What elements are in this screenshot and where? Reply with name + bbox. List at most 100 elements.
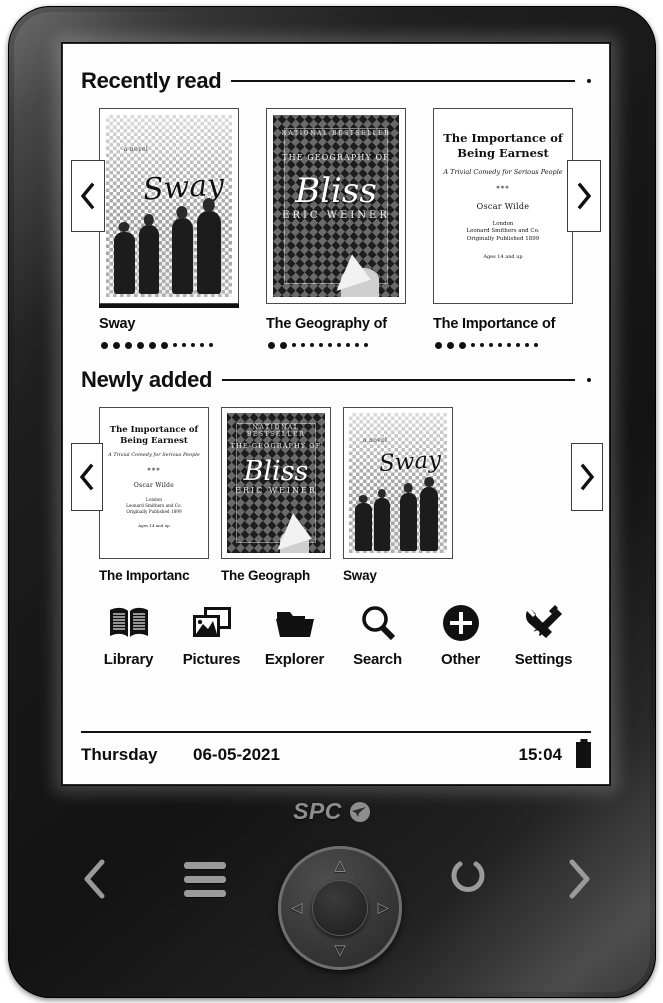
progress-dot-empty (337, 343, 341, 347)
progress-dot-filled (447, 341, 454, 349)
cover-banner: NATIONAL BESTSELLER (246, 424, 306, 439)
cover-separator: *** (147, 467, 161, 476)
chevron-down-icon[interactable]: ▽ (334, 943, 346, 958)
hardware-power-button[interactable] (450, 858, 486, 905)
recently-read-prev-button[interactable] (71, 160, 105, 232)
section-rule (231, 80, 575, 82)
hardware-menu-button[interactable] (184, 862, 226, 897)
chevron-right-icon (580, 463, 595, 491)
book-cover[interactable]: The Importance of Being Earnest A Trivia… (99, 407, 209, 559)
progress-dot-empty (319, 343, 323, 347)
progress-dot-filled (113, 341, 120, 349)
hardware-next-button[interactable] (564, 858, 594, 905)
app-label: Other (440, 651, 480, 668)
book-title: The Geograph (221, 568, 311, 583)
cover-subtitle: A Trivial Comedy for Serious People (443, 167, 563, 176)
section-title-recently-read: Recently read (81, 68, 222, 93)
chevron-up-icon[interactable]: △ (334, 858, 346, 873)
book-cover[interactable]: a novel Sway (343, 407, 453, 559)
book-card[interactable]: a novel Sway Sway (99, 108, 239, 351)
cover-title-script: Sway (378, 447, 442, 478)
shelf-newly-added: The Importance of Being Earnest A Trivia… (71, 407, 603, 583)
newly-added-next-button[interactable] (571, 443, 603, 511)
app-label: Search (353, 651, 402, 668)
cover-banner: NATIONAL BESTSELLER (281, 129, 391, 137)
book-card[interactable]: a novel Sway Sway (343, 407, 453, 583)
cover-author: ERIC WEINER (235, 485, 317, 495)
book-card[interactable]: NATIONAL BESTSELLER THE GEOGRAPHY OF Bli… (221, 407, 331, 583)
eink-screen: Recently read a novel Sway Sway NATIONAL… (63, 44, 609, 784)
book-card[interactable]: The Importance of Being Earnest A Trivia… (433, 108, 573, 351)
status-day: Thursday (81, 745, 158, 764)
book-progress-dots (433, 339, 573, 351)
cover-art-bliss: NATIONAL BESTSELLER THE GEOGRAPHY OF Bli… (227, 413, 325, 553)
recently-read-next-button[interactable] (567, 160, 601, 232)
cover-title: The Importance of Being Earnest (443, 131, 563, 160)
status-time: 15:04 (518, 745, 562, 764)
cover-tagline: a novel (362, 436, 388, 444)
cover-art-bliss: NATIONAL BESTSELLER THE GEOGRAPHY OF Bli… (273, 115, 399, 297)
book-title: The Importanc (99, 568, 190, 583)
progress-dot-empty (498, 343, 502, 347)
folder-icon (275, 601, 315, 645)
chevron-right-icon (569, 859, 590, 899)
book-progress-dots (266, 339, 406, 351)
progress-dot-empty (173, 343, 177, 347)
app-item-library[interactable]: Library (87, 601, 170, 668)
cover-tagline: a novel (123, 145, 149, 153)
cover-imprint: London Leonard Smithers and Co. Originally… (466, 220, 540, 243)
status-date: 06-05-2021 (193, 745, 280, 764)
chevron-left-icon (84, 859, 105, 899)
newly-added-prev-button[interactable] (71, 443, 103, 511)
chevron-left-icon[interactable]: ◁ (291, 901, 303, 916)
section-header-recently-read: Recently read (81, 66, 591, 96)
chevron-left-icon (79, 463, 94, 491)
progress-dot-filled (101, 341, 108, 349)
book-card[interactable]: The Importance of Being Earnest A Trivia… (99, 407, 209, 583)
progress-dot-filled (161, 341, 168, 349)
progress-dot-empty (301, 343, 305, 347)
app-item-other[interactable]: Other (419, 601, 502, 668)
brand-mark: SPC (8, 798, 656, 825)
cover-author: Oscar Wilde (133, 482, 175, 490)
power-icon (451, 861, 485, 892)
cover-subtitle: A Trivial Comedy for Serious People (108, 452, 200, 459)
progress-dot-empty (364, 343, 368, 347)
book-cover[interactable]: a novel Sway (99, 108, 239, 304)
ok-button-icon[interactable] (312, 880, 368, 936)
app-item-pictures[interactable]: Pictures (170, 601, 253, 668)
shelf-recently-read: a novel Sway Sway NATIONAL BESTSELLER TH… (71, 108, 601, 351)
progress-dot-empty (346, 343, 350, 347)
progress-dot-filled (268, 341, 275, 349)
book-cover[interactable]: NATIONAL BESTSELLER THE GEOGRAPHY OF Bli… (266, 108, 406, 304)
progress-dot-empty (182, 343, 186, 347)
cover-art-earnest: The Importance of Being Earnest A Trivia… (100, 408, 208, 558)
book-card[interactable]: NATIONAL BESTSELLER THE GEOGRAPHY OF Bli… (266, 108, 406, 351)
hardware-dpad[interactable]: △ ▽ ◁ ▷ (278, 846, 402, 970)
hardware-back-button[interactable] (80, 858, 110, 905)
app-label: Settings (514, 651, 573, 668)
chevron-right-icon[interactable]: ▷ (377, 901, 389, 916)
app-item-settings[interactable]: Settings (502, 601, 585, 668)
progress-dot-empty (292, 343, 296, 347)
circle-plus-icon (441, 601, 481, 645)
cover-title-line: THE GEOGRAPHY OF (230, 442, 322, 451)
book-cover[interactable]: The Importance of Being Earnest A Trivia… (433, 108, 573, 304)
section-title-newly-added: Newly added (81, 367, 213, 392)
progress-dot-empty (310, 343, 314, 347)
progress-dot-filled (280, 341, 287, 349)
cover-title-line: THE GEOGRAPHY OF (282, 153, 390, 163)
app-item-search[interactable]: Search (336, 601, 419, 668)
progress-dot-filled (137, 341, 144, 349)
cover-imprint: London Leonard Smithers and Co. Originally… (126, 497, 182, 515)
app-item-explorer[interactable]: Explorer (253, 601, 336, 668)
cover-separator: *** (496, 184, 510, 193)
cover-footer: Ages 14 and up (138, 523, 170, 529)
progress-dot-empty (525, 343, 529, 347)
book-progress-dots (99, 339, 239, 351)
e-reader-device: Recently read a novel Sway Sway NATIONAL… (8, 6, 656, 998)
progress-dot-empty (355, 343, 359, 347)
progress-dot-empty (516, 343, 520, 347)
book-cover[interactable]: NATIONAL BESTSELLER THE GEOGRAPHY OF Bli… (221, 407, 331, 559)
progress-dot-empty (534, 343, 538, 347)
